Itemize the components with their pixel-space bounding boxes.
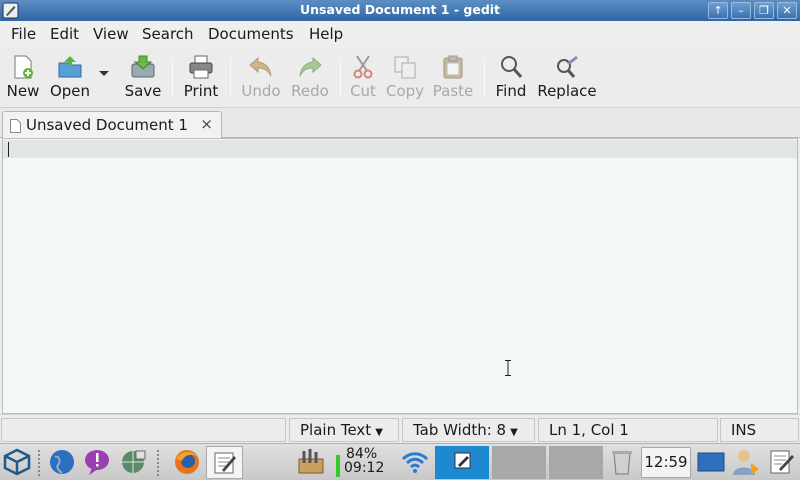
- window-up-button[interactable]: ↑: [708, 2, 728, 19]
- menu-edit[interactable]: Edit: [50, 25, 79, 43]
- copy-icon: [394, 56, 416, 79]
- text-caret: [8, 142, 9, 157]
- gedit-task-icon: [454, 452, 471, 469]
- find-replace-icon: [557, 56, 578, 78]
- paste-icon: [443, 55, 463, 79]
- clock[interactable]: 12:59: [641, 447, 691, 478]
- cursor-position: Ln 1, Col 1: [538, 418, 718, 442]
- new-button[interactable]: New: [5, 52, 41, 104]
- find-button[interactable]: Find: [493, 52, 529, 104]
- firefox-icon[interactable]: [172, 447, 202, 477]
- taskbar-text-editor-launcher[interactable]: [206, 446, 243, 479]
- current-line-highlight: [3, 140, 797, 158]
- open-dropdown-arrow-icon[interactable]: [99, 71, 109, 76]
- taskbar-separator: [38, 450, 40, 476]
- status-message: [1, 418, 286, 442]
- trash-icon[interactable]: [607, 447, 637, 477]
- chevron-down-icon: ▼: [375, 427, 383, 438]
- text-editor-icon: [214, 452, 236, 474]
- copy-button[interactable]: Copy: [384, 52, 426, 104]
- taskbar-separator: [157, 450, 159, 476]
- battery-indicator[interactable]: 84% 09:12: [336, 446, 396, 478]
- web-browser-globe-icon[interactable]: [47, 447, 77, 477]
- print-button[interactable]: Print: [181, 52, 221, 104]
- menu-documents[interactable]: Documents: [208, 25, 294, 43]
- window-title: Unsaved Document 1 - gedit: [299, 2, 501, 17]
- save-button[interactable]: Save: [122, 52, 164, 104]
- tools-toolbox-icon[interactable]: [296, 447, 326, 477]
- notes-editor-icon[interactable]: [767, 447, 797, 477]
- undo-button[interactable]: Undo: [239, 52, 283, 104]
- chevron-down-icon: ▼: [510, 427, 518, 438]
- paste-button[interactable]: Paste: [430, 52, 476, 104]
- save-icon: [131, 55, 155, 78]
- menu-search[interactable]: Search: [142, 25, 194, 43]
- tab-width-selector[interactable]: Tab Width: 8 ▼: [402, 418, 535, 442]
- redo-icon: [299, 56, 322, 77]
- start-menu-cube-icon[interactable]: [2, 447, 32, 477]
- status-bar: Plain Text ▼ Tab Width: 8 ▼ Ln 1, Col 1 IN…: [0, 414, 800, 443]
- battery-level-icon: [336, 455, 340, 477]
- window-minimize-button[interactable]: –: [731, 2, 751, 19]
- undo-icon: [249, 56, 272, 77]
- user-logout-icon[interactable]: [731, 447, 761, 477]
- taskbar-task-gedit[interactable]: [435, 446, 489, 479]
- menu-bar: File Edit View Search Documents Help: [0, 21, 800, 48]
- menu-view[interactable]: View: [93, 25, 129, 43]
- show-desktop-icon[interactable]: [696, 447, 726, 477]
- title-bar: Unsaved Document 1 - gedit ↑ – ❐ ✕: [0, 0, 800, 21]
- window-close-button[interactable]: ✕: [777, 2, 797, 19]
- open-button[interactable]: Open: [48, 52, 92, 104]
- tab-label: Unsaved Document 1: [26, 116, 188, 134]
- taskbar-task-empty[interactable]: [549, 446, 603, 479]
- tab-unsaved-document-1[interactable]: Unsaved Document 1 ×: [2, 111, 222, 139]
- wifi-icon[interactable]: [400, 447, 430, 477]
- document-icon: [10, 119, 21, 133]
- ibeam-cursor-icon: [505, 360, 511, 376]
- taskbar: 84% 09:12 12:59: [0, 443, 800, 480]
- tab-close-icon[interactable]: ×: [200, 115, 213, 133]
- toolbar-separator: [172, 58, 173, 98]
- menu-file[interactable]: File: [11, 25, 36, 43]
- window-maximize-button[interactable]: ❐: [754, 2, 774, 19]
- open-folder-icon: [58, 56, 82, 78]
- printer-icon: [189, 55, 213, 79]
- new-document-icon: [14, 55, 33, 79]
- toolbar-separator: [230, 58, 231, 98]
- scissors-icon: [353, 55, 373, 79]
- taskbar-task-empty[interactable]: [492, 446, 546, 479]
- network-browser-icon[interactable]: [118, 447, 148, 477]
- replace-button[interactable]: Replace: [536, 52, 598, 104]
- insert-mode: INS: [720, 418, 799, 442]
- cut-button[interactable]: Cut: [346, 52, 380, 104]
- magnifier-icon: [501, 56, 523, 78]
- toolbar-separator: [340, 58, 341, 98]
- battery-time: 09:12: [344, 460, 385, 476]
- toolbar: New Open Save Print Undo Redo Cut Copy P…: [0, 48, 800, 108]
- language-selector[interactable]: Plain Text ▼: [289, 418, 399, 442]
- messenger-chat-icon[interactable]: [82, 447, 112, 477]
- document-tab-bar: Unsaved Document 1 ×: [0, 108, 800, 139]
- toolbar-separator: [484, 58, 485, 98]
- redo-button[interactable]: Redo: [288, 52, 332, 104]
- text-editor-area[interactable]: [2, 138, 798, 414]
- menu-help[interactable]: Help: [309, 25, 343, 43]
